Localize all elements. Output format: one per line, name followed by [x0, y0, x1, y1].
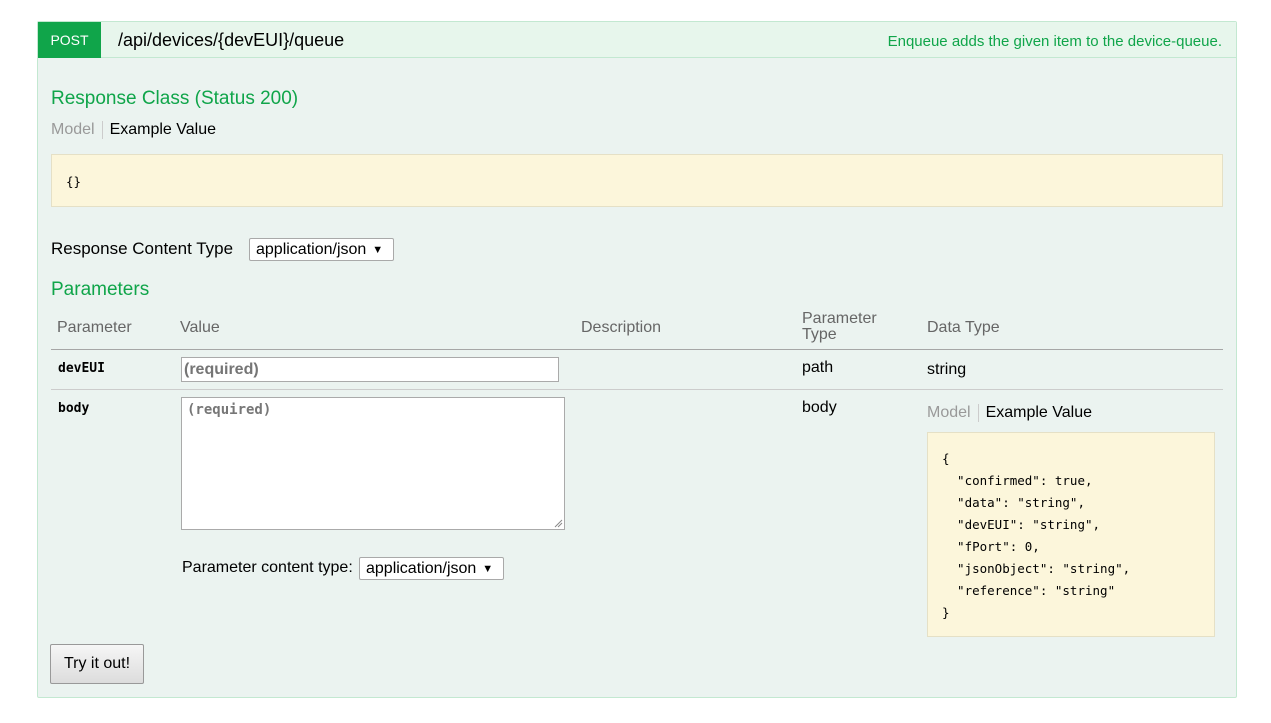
- http-method-badge[interactable]: POST: [38, 22, 101, 58]
- response-content-type-select[interactable]: application/json ▼: [249, 238, 394, 261]
- try-it-out-button[interactable]: Try it out!: [50, 644, 144, 684]
- response-model-tabs: Model Example Value: [51, 121, 216, 139]
- caret-down-icon: ▼: [372, 244, 384, 256]
- param-name-body: body: [58, 401, 90, 416]
- th-description: Description: [581, 319, 662, 336]
- response-example-box: {}: [51, 154, 1223, 207]
- operation-panel: POST /api/devices/{devEUI}/queue Enqueue…: [37, 21, 1237, 698]
- body-example-box[interactable]: { "confirmed": true, "data": "string", "…: [927, 432, 1215, 637]
- tab-model[interactable]: Model: [51, 121, 103, 139]
- table-header-divider: [51, 349, 1223, 350]
- response-content-type-value: application/json: [256, 241, 367, 258]
- tab-model[interactable]: Model: [927, 404, 979, 422]
- row-divider: [51, 389, 1223, 390]
- param-content-type-value: application/json: [366, 560, 477, 577]
- th-data-type: Data Type: [927, 319, 1000, 336]
- param-body-placeholder: (required): [187, 402, 272, 418]
- operation-summary[interactable]: Enqueue adds the given item to the devic…: [888, 33, 1222, 50]
- resize-grip-icon[interactable]: [553, 518, 563, 528]
- caret-down-icon: ▼: [482, 563, 494, 575]
- th-parameter: Parameter: [57, 319, 132, 336]
- response-example-code: {}: [66, 174, 82, 189]
- param-type-deveui: path: [802, 359, 834, 376]
- param-deveui-input[interactable]: [181, 357, 559, 382]
- operation-header[interactable]: POST /api/devices/{devEUI}/queue Enqueue…: [38, 22, 1236, 58]
- parameters-title: Parameters: [51, 279, 150, 300]
- param-body-textarea[interactable]: (required): [181, 397, 565, 530]
- th-value: Value: [180, 319, 220, 336]
- body-example-code: { "confirmed": true, "data": "string", "…: [942, 451, 1131, 620]
- tab-example-value[interactable]: Example Value: [103, 121, 216, 139]
- param-content-type-label: Parameter content type:: [182, 559, 353, 576]
- response-class-title: Response Class (Status 200): [51, 88, 299, 109]
- body-model-tabs: Model Example Value: [927, 404, 1092, 422]
- data-type-deveui: string: [927, 361, 967, 378]
- tab-example-value[interactable]: Example Value: [979, 404, 1092, 422]
- response-content-type-label: Response Content Type: [51, 239, 234, 258]
- param-content-type-select[interactable]: application/json ▼: [359, 557, 504, 580]
- param-type-body: body: [802, 399, 837, 416]
- endpoint-path[interactable]: /api/devices/{devEUI}/queue: [118, 30, 344, 51]
- param-name-deveui: devEUI: [58, 361, 105, 376]
- th-parameter-type: Parameter Type: [802, 310, 877, 343]
